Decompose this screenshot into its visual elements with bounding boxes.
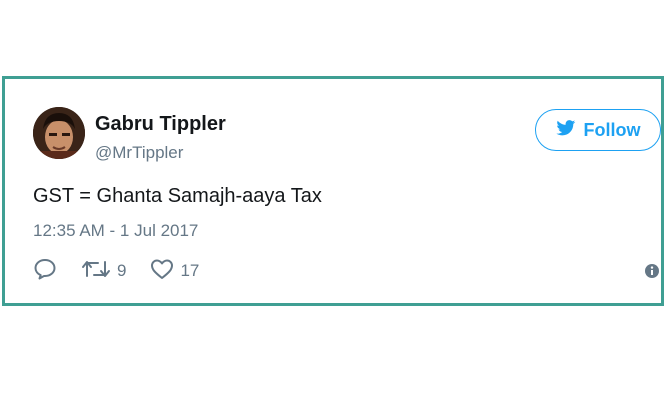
- tweet-text: GST = Ghanta Samajh-aaya Tax: [33, 185, 322, 207]
- tweet-actions: 9 17: [33, 258, 223, 285]
- reply-button[interactable]: [33, 258, 57, 285]
- retweet-button[interactable]: 9: [81, 258, 126, 285]
- tweet-card: Gabru Tippler @MrTippler Follow GST = Gh…: [2, 76, 664, 306]
- retweet-icon: [81, 258, 111, 285]
- tweet-timestamp[interactable]: 12:35 AM - 1 Jul 2017: [33, 221, 198, 241]
- user-handle[interactable]: @MrTippler: [95, 143, 183, 163]
- like-count: 17: [180, 261, 200, 280]
- twitter-bird-icon: [555, 119, 576, 141]
- display-name[interactable]: Gabru Tippler: [95, 113, 226, 136]
- retweet-count: 9: [117, 261, 127, 280]
- heart-icon: [150, 258, 174, 285]
- like-button[interactable]: 17: [150, 258, 199, 285]
- reply-icon: [33, 258, 57, 285]
- info-icon[interactable]: [644, 263, 660, 279]
- avatar[interactable]: [33, 107, 85, 159]
- follow-label: Follow: [583, 119, 641, 140]
- profile-photo: [33, 107, 85, 159]
- follow-button[interactable]: Follow: [535, 109, 661, 151]
